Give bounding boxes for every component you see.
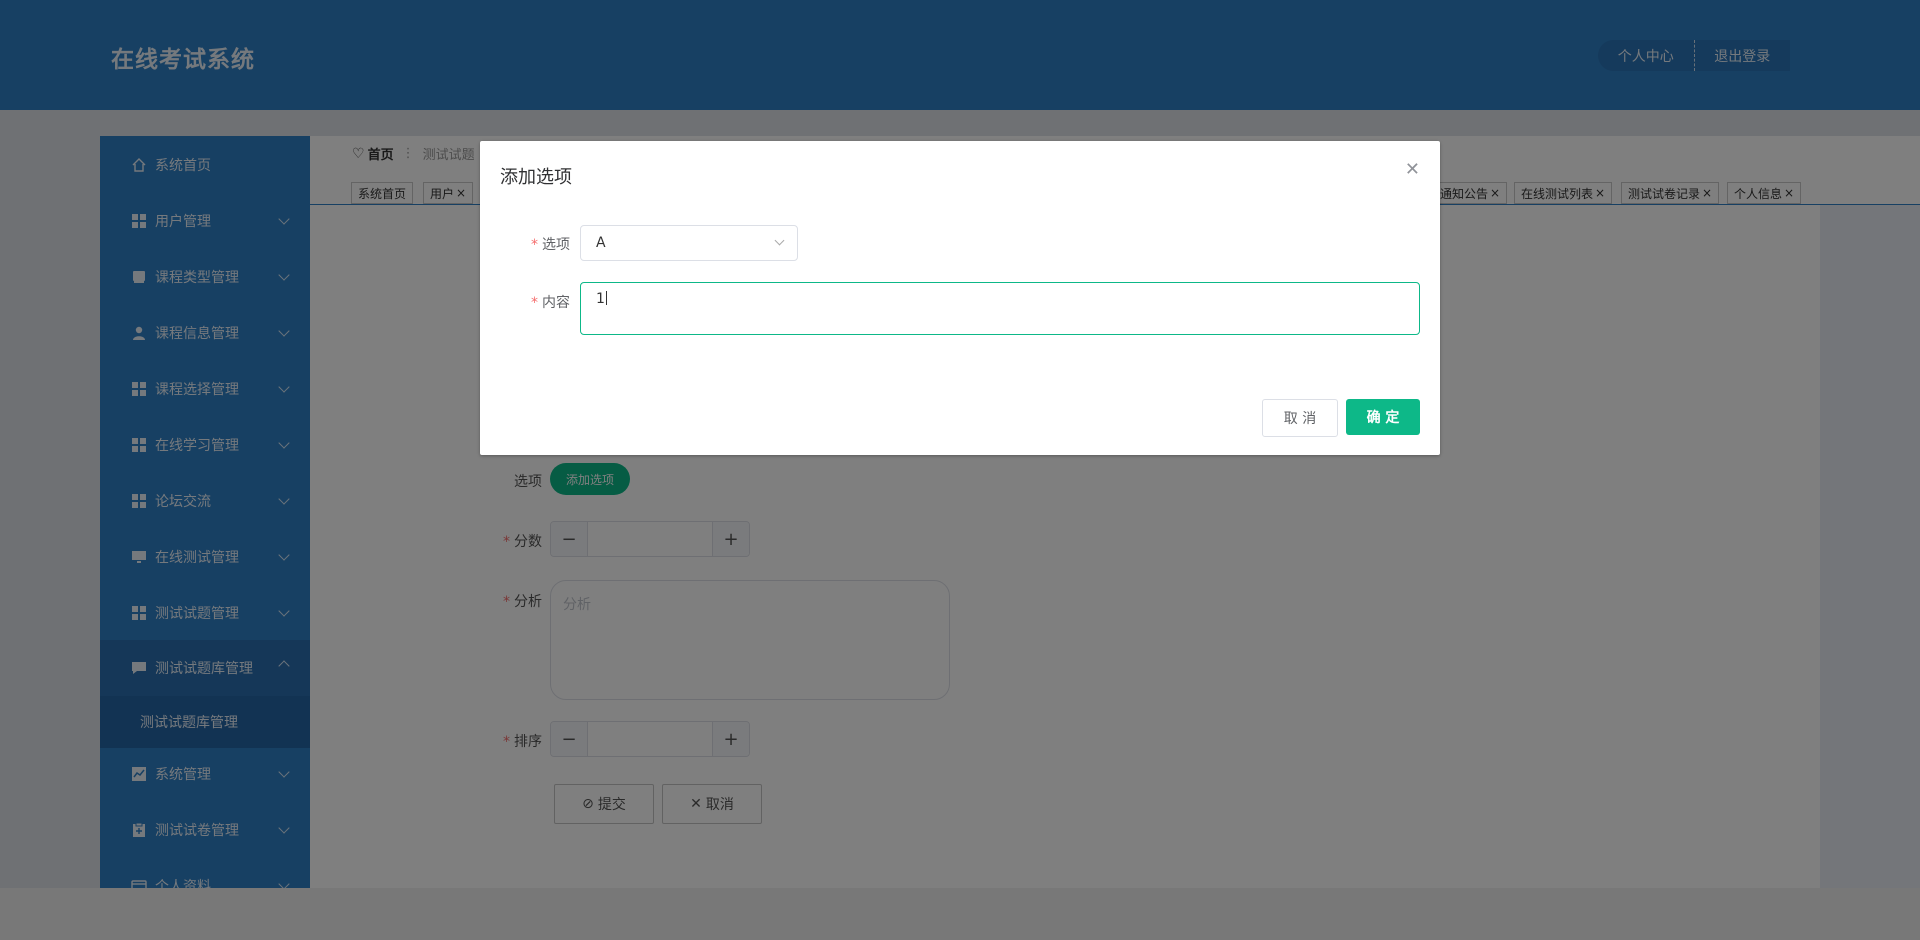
content-label: * 内容 [500, 292, 570, 312]
dialog-title: 添加选项 [500, 167, 572, 188]
option-select-value: A [596, 235, 606, 251]
required-asterisk: * [531, 295, 538, 311]
option-select[interactable]: A [580, 225, 798, 261]
required-asterisk: * [531, 237, 538, 253]
option-label-text: 选项 [542, 237, 570, 253]
dialog-confirm-button[interactable]: 确 定 [1346, 399, 1420, 435]
close-icon[interactable]: ✕ [1405, 159, 1420, 180]
content-label-text: 内容 [542, 295, 570, 311]
content-textarea[interactable]: 1 [580, 282, 1420, 335]
dialog-cancel-button[interactable]: 取 消 [1262, 399, 1338, 437]
text-caret [605, 291, 607, 305]
content-textarea-value: 1 [596, 291, 605, 307]
option-label: * 选项 [500, 234, 570, 254]
chevron-down-icon [774, 235, 785, 246]
add-option-dialog: 添加选项 ✕ * 选项 A * 内容 1 取 消 确 定 [480, 141, 1440, 455]
